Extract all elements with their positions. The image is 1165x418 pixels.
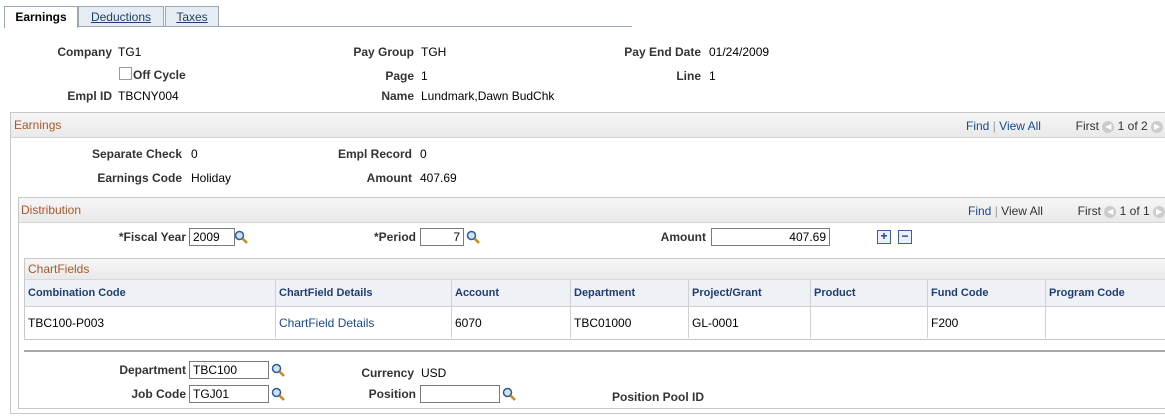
emplrec-value: 0 xyxy=(420,147,427,161)
earnings-amount-value: 407.69 xyxy=(420,171,457,185)
earnings-header: Earnings Find | View All First ◀ 1 of 2 … xyxy=(11,113,1165,138)
earnings-viewall-link[interactable]: View All xyxy=(999,119,1041,133)
add-row-button[interactable]: + xyxy=(877,230,891,244)
distribution-find-link[interactable]: Find xyxy=(968,204,991,218)
fiscalyear-lookup-icon[interactable] xyxy=(234,230,248,244)
offcycle-label: Off Cycle xyxy=(133,68,186,82)
grid-column-divider xyxy=(451,280,452,338)
distribution-amount-label: Amount xyxy=(660,230,706,244)
col-program-code[interactable]: Program Code xyxy=(1049,287,1125,299)
col-fund-code[interactable]: Fund Code xyxy=(931,287,988,299)
grid-column-divider xyxy=(810,280,811,338)
grid-column-divider xyxy=(570,280,571,338)
earnings-find-link[interactable]: Find xyxy=(966,119,989,133)
tab-taxes[interactable]: Taxes xyxy=(165,6,219,27)
earnings-nav-separator: | xyxy=(992,119,996,133)
name-label: Name xyxy=(381,89,414,103)
jobcode-input[interactable] xyxy=(189,385,269,403)
distribution-title: Distribution xyxy=(21,203,82,217)
currency-label: Currency xyxy=(361,366,414,380)
department-lookup-icon[interactable] xyxy=(271,363,285,377)
fiscalyear-input[interactable] xyxy=(189,228,235,246)
jobcode-label: Job Code xyxy=(131,387,186,401)
chartfields-header: ChartFields xyxy=(25,259,1165,280)
chartfields-title: ChartFields xyxy=(28,262,90,276)
chartfields-column-header-row: Combination Code ChartField Details Acco… xyxy=(25,280,1165,307)
position-input[interactable] xyxy=(420,385,500,403)
prev-arrow-icon[interactable]: ◀ xyxy=(1102,120,1115,133)
earnings-amount-label: Amount xyxy=(366,171,412,185)
col-combination-code[interactable]: Combination Code xyxy=(28,287,126,299)
earnings-row-range: 1 of 2 xyxy=(1117,119,1148,133)
position-lookup-icon[interactable] xyxy=(502,387,516,401)
grid-column-divider xyxy=(688,280,689,338)
earnings-title: Earnings xyxy=(14,118,62,132)
emplid-value: TBCNY004 xyxy=(118,89,179,103)
paygroup-value: TGH xyxy=(421,45,447,59)
fiscalyear-label: *Fiscal Year xyxy=(118,230,186,244)
delete-row-button[interactable]: − xyxy=(898,230,912,244)
grid-column-divider xyxy=(1045,280,1046,338)
emplid-label: Empl ID xyxy=(67,89,112,103)
col-account[interactable]: Account xyxy=(455,287,499,299)
earnings-nav: Find | View All First ◀ 1 of 2 ▶ xyxy=(966,119,1164,133)
distribution-viewall-link[interactable]: View All xyxy=(1001,204,1043,218)
col-chartfield-details[interactable]: ChartField Details xyxy=(279,287,373,299)
distribution-nav-separator: | xyxy=(994,204,998,218)
emplrec-label: Empl Record xyxy=(337,147,412,161)
earnings-first-link[interactable]: First xyxy=(1076,119,1099,133)
page-value: 1 xyxy=(421,69,428,83)
prev-arrow-icon[interactable]: ◀ xyxy=(1104,205,1117,218)
name-value: Lundmark,Dawn BudChk xyxy=(421,89,555,103)
distribution-header: Distribution Find | View All First ◀ 1 o… xyxy=(19,198,1165,223)
jobcode-lookup-icon[interactable] xyxy=(271,387,285,401)
earncode-label: Earnings Code xyxy=(97,171,182,185)
payend-label: Pay End Date xyxy=(624,45,701,59)
period-input[interactable] xyxy=(420,228,464,246)
period-lookup-icon[interactable] xyxy=(466,230,480,244)
col-project-grant[interactable]: Project/Grant xyxy=(692,287,762,299)
distribution-row-range: 1 of 1 xyxy=(1119,204,1150,218)
cell-fund-code: F200 xyxy=(931,316,959,330)
distribution-first-link[interactable]: First xyxy=(1078,204,1101,218)
position-pool-id-label: Position Pool ID xyxy=(612,390,704,404)
offcycle-checkbox[interactable] xyxy=(119,67,132,80)
cell-project-grant: GL-0001 xyxy=(692,316,739,330)
page-label: Page xyxy=(385,69,414,83)
chartfield-details-link[interactable]: ChartField Details xyxy=(279,316,374,330)
line-label: Line xyxy=(676,69,701,83)
col-department[interactable]: Department xyxy=(574,287,635,299)
distribution-amount-input[interactable] xyxy=(711,228,830,246)
sepcheck-label: Separate Check xyxy=(91,147,182,161)
tab-earnings[interactable]: Earnings xyxy=(4,6,78,28)
col-product[interactable]: Product xyxy=(814,287,856,299)
payend-value: 01/24/2009 xyxy=(709,45,770,59)
paygroup-label: Pay Group xyxy=(353,45,414,59)
sepcheck-value: 0 xyxy=(191,147,198,161)
distribution-nav: Find | View All First ◀ 1 of 1 ▶ xyxy=(968,204,1165,218)
tab-deductions[interactable]: Deductions xyxy=(78,6,164,27)
cell-combination-code: TBC100-P003 xyxy=(28,316,105,330)
section-divider xyxy=(24,350,1165,352)
earncode-value: Holiday xyxy=(191,171,232,185)
company-label: Company xyxy=(57,45,112,59)
period-label: *Period xyxy=(373,230,416,244)
department-input[interactable] xyxy=(189,361,269,379)
tab-divider xyxy=(4,26,632,27)
cell-department: TBC01000 xyxy=(574,316,632,330)
next-arrow-icon[interactable]: ▶ xyxy=(1153,205,1165,218)
line-value: 1 xyxy=(709,69,716,83)
position-label: Position xyxy=(368,387,416,401)
cell-account: 6070 xyxy=(455,316,482,330)
grid-column-divider xyxy=(927,280,928,338)
next-arrow-icon[interactable]: ▶ xyxy=(1151,120,1164,133)
company-value: TG1 xyxy=(118,45,142,59)
department-label: Department xyxy=(119,363,186,377)
currency-value: USD xyxy=(421,366,447,380)
grid-column-divider xyxy=(275,280,276,338)
